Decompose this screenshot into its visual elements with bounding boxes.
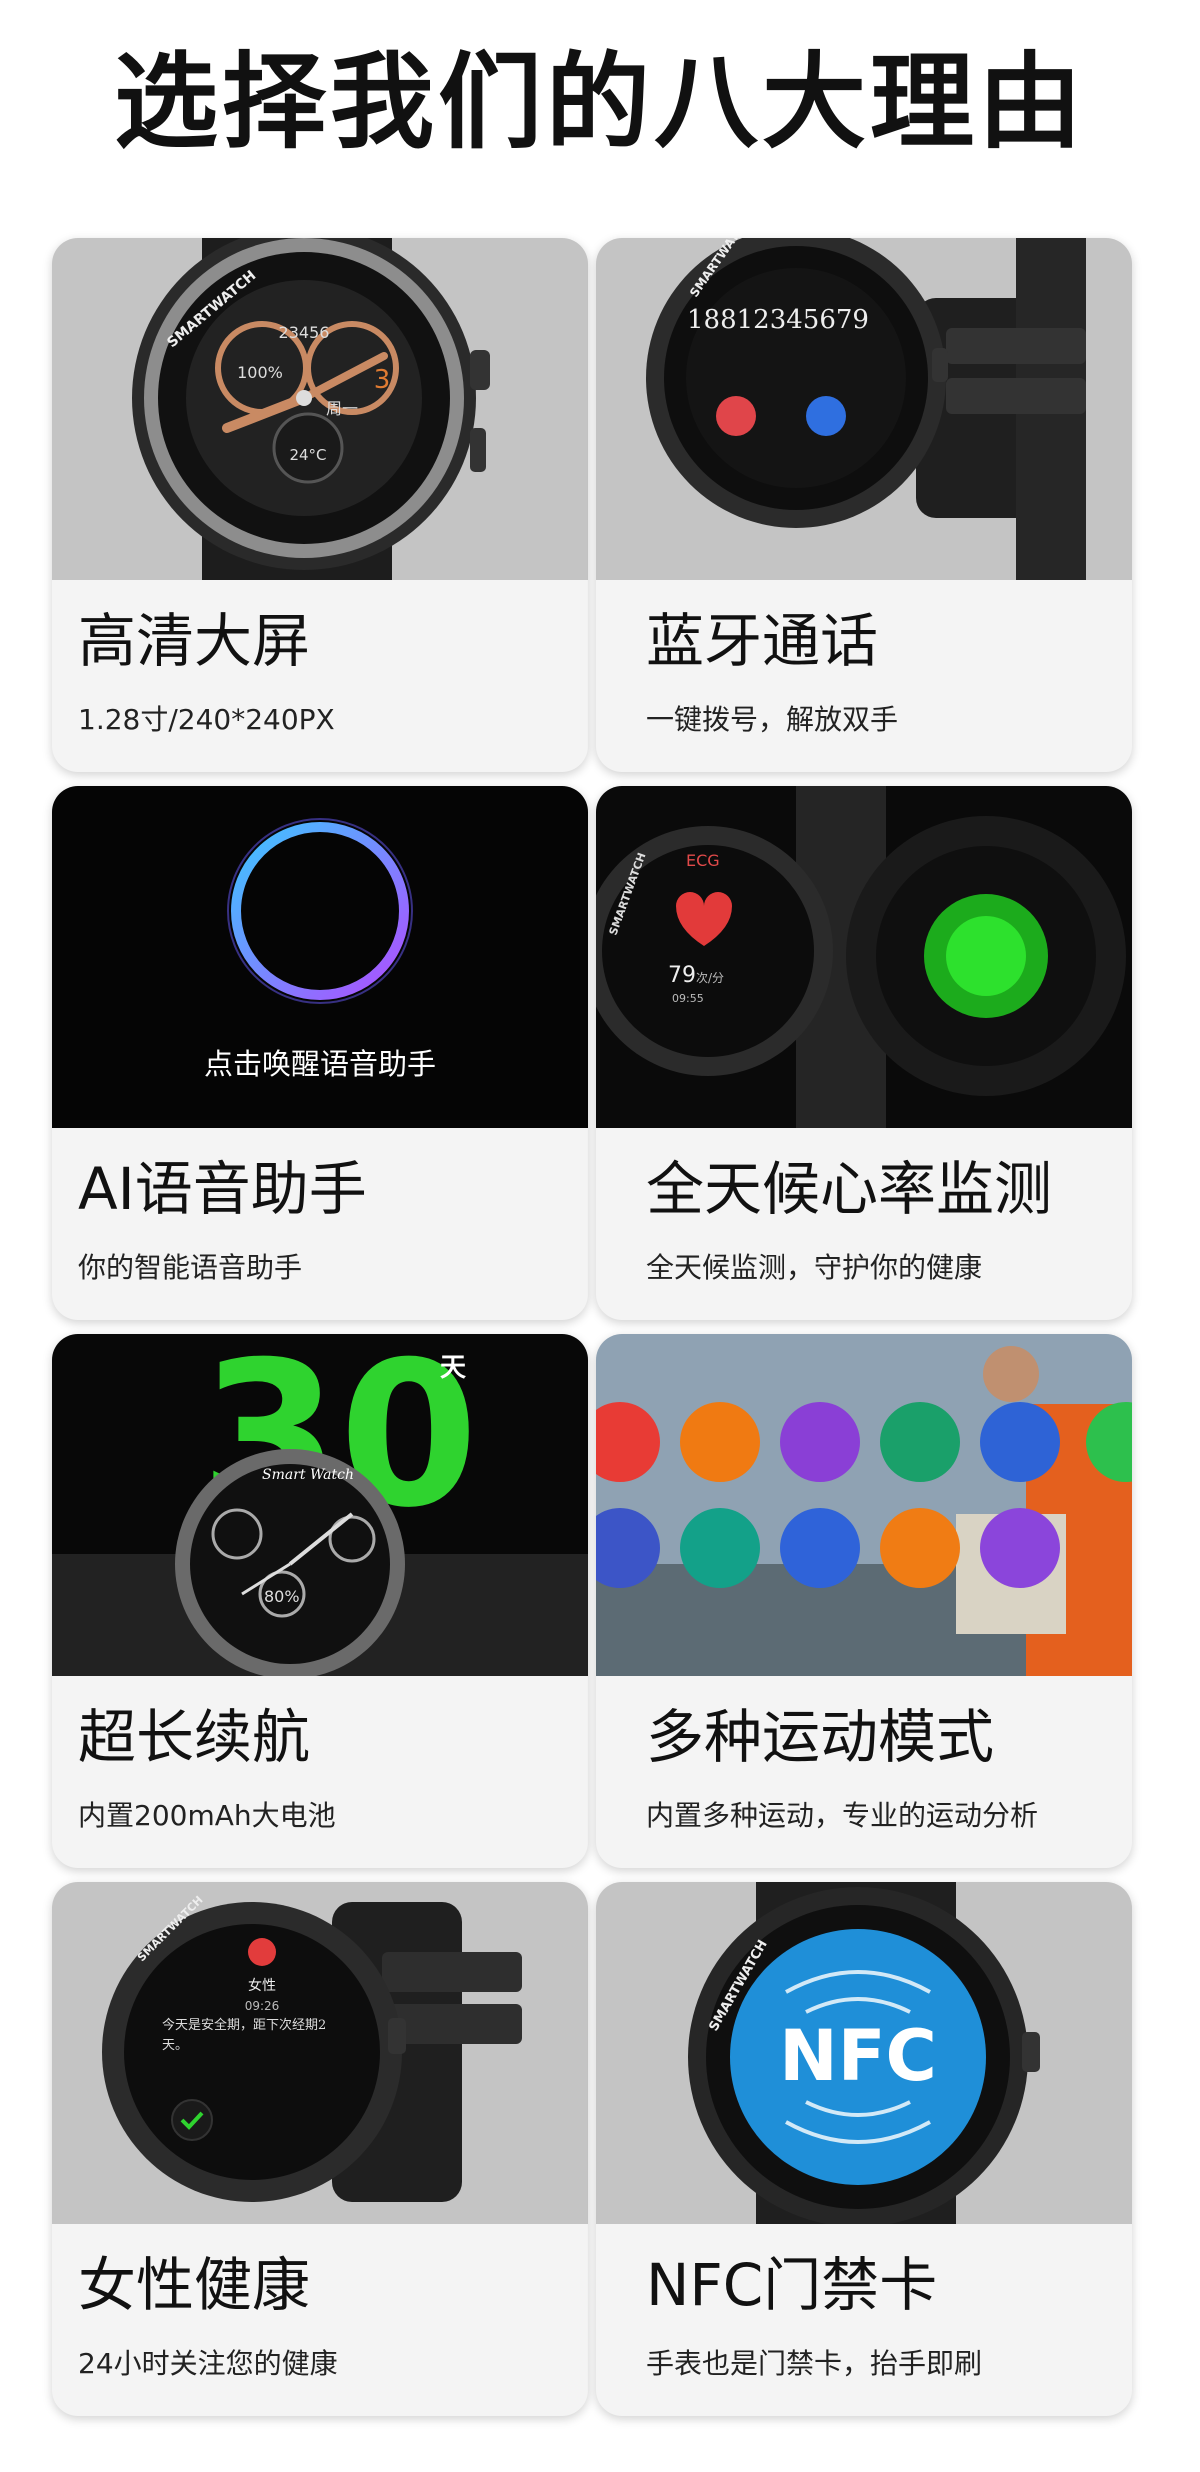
card-title: 全天候心率监测 — [646, 1155, 1053, 1223]
feature-card-hd-screen[interactable]: 23456 100% 3 周一 24°C SMARTWATCH 高清大屏 1.2… — [52, 238, 588, 772]
feature-card-bluetooth-call[interactable]: 18812345679 SMARTWATCH 蓝牙通话 一键拨号，解放双手 — [596, 238, 1132, 772]
card-subtitle: 内置200mAh大电池 — [78, 1799, 336, 1832]
card-title: 超长续航 — [78, 1703, 311, 1771]
bezel-brand: Smart Watch — [262, 1467, 354, 1483]
card-subtitle: 24小时关注您的健康 — [78, 2347, 338, 2380]
card-subtitle: 手表也是门禁卡，抬手即刷 — [646, 2347, 983, 2380]
health-label: 女性 — [248, 1977, 276, 1994]
ecg-label: ECG — [686, 851, 720, 870]
feature-card-nfc[interactable]: NFC SMARTWATCH NFC门禁卡 手表也是门禁卡，抬手即刷 — [596, 1882, 1132, 2416]
page-title: 选择我们的八大理由 — [113, 41, 1086, 163]
feature-card-sport-modes[interactable]: 多种运动模式 内置多种运动，专业的运动分析 — [596, 1334, 1132, 1868]
cycling-icon — [880, 1508, 960, 1588]
feature-card-ai-voice[interactable]: 点击唤醒语音助手 AI语音助手 你的智能语音助手 — [52, 786, 588, 1320]
card-title: 蓝牙通话 — [646, 607, 879, 675]
women-health-image: 女性 09:26 今天是安全期，距下次经期2天。 SMARTWATCH — [52, 1882, 588, 2224]
watch-face-image: 23456 100% 3 周一 24°C SMARTWATCH — [52, 238, 588, 580]
card-subtitle: 内置多种运动，专业的运动分析 — [646, 1799, 1039, 1832]
card-title: 女性健康 — [78, 2251, 311, 2319]
weekday-value: 周一 — [326, 399, 358, 418]
heart-rate-time: 09:55 — [672, 992, 704, 1005]
sport-modes-image — [596, 1334, 1132, 1676]
battery-life-image: 30 天 80% Smart Watch — [52, 1334, 588, 1676]
nfc-badge: NFC — [779, 2015, 937, 2097]
card-subtitle: 一键拨号，解放双手 — [646, 703, 899, 736]
battery-percent: 80% — [264, 1587, 300, 1606]
health-message: 今天是安全期，距下次经期2天。 — [162, 2018, 327, 2053]
feature-card-women-health[interactable]: 女性 09:26 今天是安全期，距下次经期2天。 SMARTWATCH 女性健康… — [52, 1882, 588, 2416]
card-subtitle: 你的智能语音助手 — [78, 1251, 303, 1284]
card-subtitle: 全天候监测，守护你的健康 — [646, 1251, 983, 1284]
battery-value: 100% — [237, 363, 283, 382]
card-title: 高清大屏 — [78, 607, 311, 675]
heart-rate-unit: 次/分 — [696, 971, 724, 985]
hang-up-icon — [716, 396, 756, 436]
feature-card-battery[interactable]: 30 天 80% Smart Watch 超长续航 内置200mAh大电池 — [52, 1334, 588, 1868]
battery-days-unit: 天 — [440, 1353, 466, 1383]
day-value: 3 — [374, 365, 391, 395]
health-time: 09:26 — [245, 1999, 280, 2013]
heart-rate-image: ECG 79 次/分 09:55 SMARTWATCH — [596, 786, 1132, 1128]
watch-call-image: 18812345679 SMARTWATCH — [596, 238, 1132, 580]
feature-card-heart-rate[interactable]: ECG 79 次/分 09:55 SMARTWATCH 全天候心率监测 全天候监… — [596, 786, 1132, 1320]
steps-value: 23456 — [279, 323, 330, 342]
card-subtitle: 1.28寸/240*240PX — [78, 703, 335, 736]
voice-assistant-image: 点击唤醒语音助手 — [52, 786, 588, 1128]
hiking-icon — [780, 1508, 860, 1588]
temperature-value: 24°C — [289, 446, 326, 464]
tennis-icon — [980, 1402, 1060, 1482]
badminton-icon — [780, 1402, 860, 1482]
card-title: 多种运动模式 — [646, 1703, 995, 1771]
card-title: NFC门禁卡 — [646, 2251, 938, 2319]
football-icon — [880, 1402, 960, 1482]
phone-number: 18812345679 — [687, 305, 869, 335]
nfc-image: NFC SMARTWATCH — [596, 1882, 1132, 2224]
microphone-icon — [806, 396, 846, 436]
walking-icon — [680, 1402, 760, 1482]
card-title: AI语音助手 — [78, 1155, 367, 1223]
voice-caption: 点击唤醒语音助手 — [204, 1047, 436, 1081]
heart-rate-value: 79 — [668, 963, 696, 988]
yoga-icon — [980, 1508, 1060, 1588]
skipping-icon — [680, 1508, 760, 1588]
